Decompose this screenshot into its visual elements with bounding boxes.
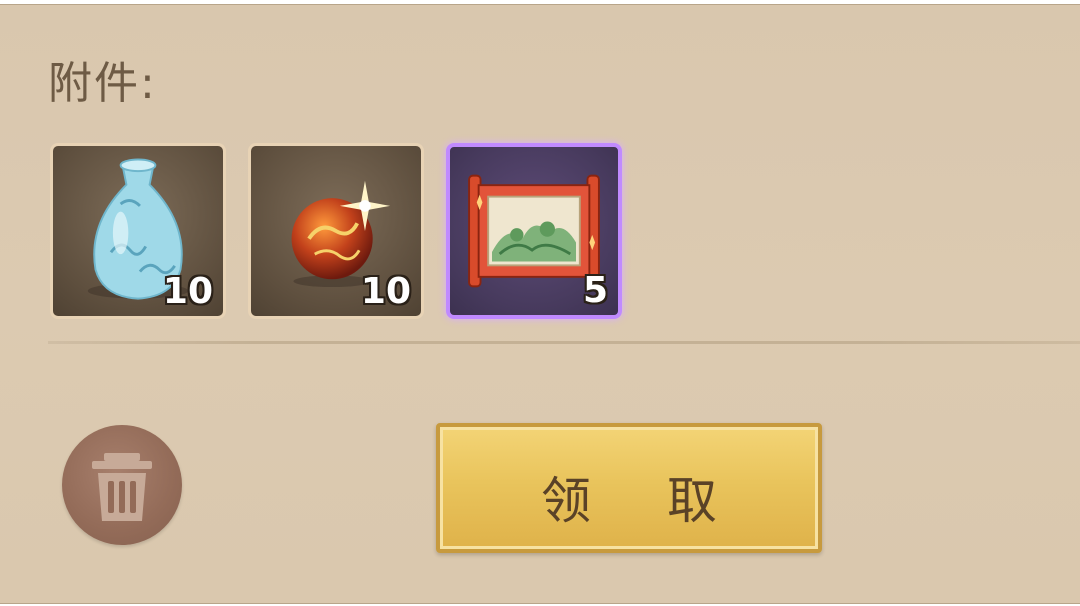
mail-attachment-panel: 附件: 10 10 5 领 取 <box>0 4 1080 604</box>
item-count: 10 <box>162 271 213 312</box>
attachment-slot-scroll[interactable]: 5 <box>446 143 622 319</box>
attachment-slot-vase[interactable]: 10 <box>50 143 226 319</box>
attachments-title: 附件: <box>48 58 157 109</box>
item-count: 5 <box>582 270 608 311</box>
claim-button[interactable]: 领 取 <box>436 423 822 553</box>
claim-button-label: 领 取 <box>541 472 747 530</box>
attachment-slot-orb[interactable]: 10 <box>248 143 424 319</box>
trash-icon <box>92 453 152 521</box>
item-count: 10 <box>360 271 411 312</box>
delete-mail-button[interactable] <box>62 425 182 545</box>
section-divider <box>48 341 1080 344</box>
